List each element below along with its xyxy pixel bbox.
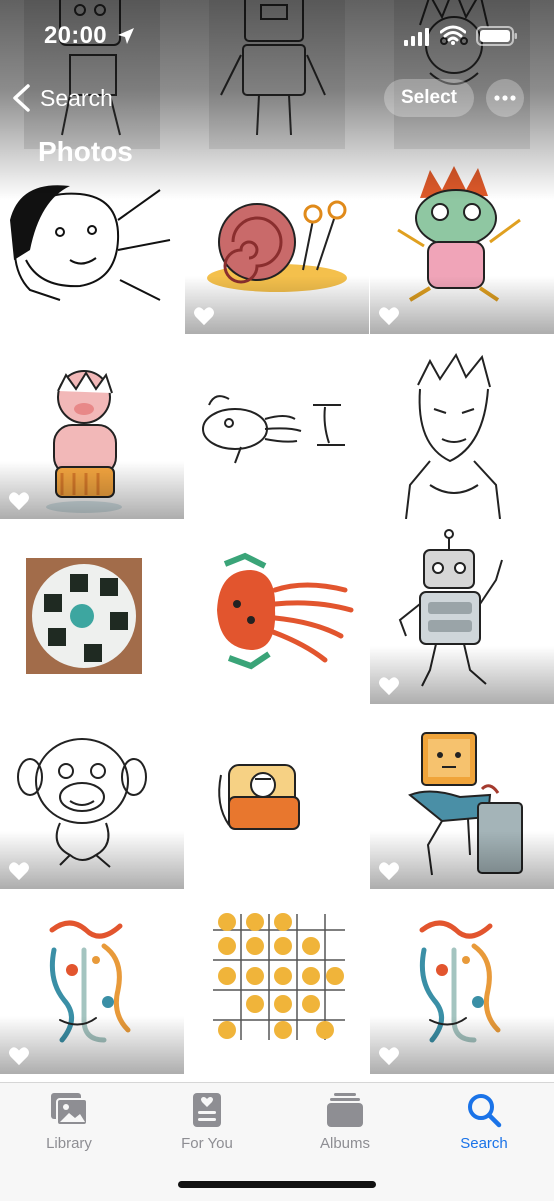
photo-thumbnail[interactable]: [370, 890, 554, 1074]
favorite-heart-icon: [379, 1047, 399, 1066]
photo-image: [370, 335, 554, 519]
photo-thumbnail[interactable]: [0, 520, 184, 704]
photo-thumbnail[interactable]: [370, 520, 554, 704]
more-options-button[interactable]: [486, 79, 524, 117]
wifi-icon: [440, 25, 466, 45]
tab-label: Library: [46, 1135, 92, 1152]
page-title: Photos: [38, 136, 133, 167]
photo-stack-icon: [51, 1093, 88, 1126]
photo-thumbnail[interactable]: [370, 705, 554, 889]
status-bar: 20:00: [0, 0, 554, 70]
tab-search[interactable]: Search: [424, 1091, 544, 1155]
photo-image: [185, 705, 369, 889]
photo-thumbnail[interactable]: [0, 150, 184, 334]
photo-image: [0, 150, 184, 334]
photo-thumbnail[interactable]: [0, 335, 184, 519]
favorite-heart-icon: [9, 492, 29, 511]
magnifier-icon: [468, 1094, 502, 1128]
for-you-icon: [193, 1093, 221, 1127]
tab-label: For You: [181, 1135, 233, 1152]
tab-for-you[interactable]: For You: [147, 1091, 267, 1155]
favorite-heart-icon: [194, 307, 214, 326]
photo-thumbnail[interactable]: [185, 150, 369, 334]
favorite-heart-icon: [379, 307, 399, 326]
cellular-signal-icon: [404, 28, 429, 46]
tab-label: Search: [460, 1135, 508, 1152]
photo-thumbnail[interactable]: [0, 705, 184, 889]
ellipsis-icon: [494, 95, 516, 101]
photo-image: [185, 335, 369, 519]
tab-library[interactable]: Library: [9, 1091, 129, 1155]
photo-image: [185, 890, 369, 1074]
back-button-label: Search: [40, 84, 113, 111]
photo-thumbnail[interactable]: [370, 335, 554, 519]
photo-thumbnail[interactable]: [185, 705, 369, 889]
photo-image: [0, 520, 184, 704]
location-arrow-icon: [118, 28, 134, 44]
select-button[interactable]: Select: [384, 79, 474, 117]
photo-thumbnail[interactable]: [0, 890, 184, 1074]
tab-albums[interactable]: Albums: [285, 1091, 405, 1155]
photo-thumbnail[interactable]: [185, 890, 369, 1074]
photo-thumbnail[interactable]: [370, 150, 554, 334]
home-indicator: [178, 1181, 376, 1188]
clock: 20:00: [44, 22, 107, 49]
favorite-heart-icon: [379, 862, 399, 881]
favorite-heart-icon: [379, 677, 399, 696]
favorite-heart-icon: [9, 1047, 29, 1066]
back-button[interactable]: Search: [10, 80, 113, 116]
tab-label: Albums: [319, 1135, 371, 1152]
chevron-left-icon: [13, 84, 30, 112]
photo-image: [185, 520, 369, 704]
photo-thumbnail[interactable]: [185, 520, 369, 704]
favorite-heart-icon: [9, 862, 29, 881]
albums-icon: [327, 1093, 363, 1127]
battery-icon: [476, 26, 517, 46]
photo-thumbnail[interactable]: [185, 335, 369, 519]
